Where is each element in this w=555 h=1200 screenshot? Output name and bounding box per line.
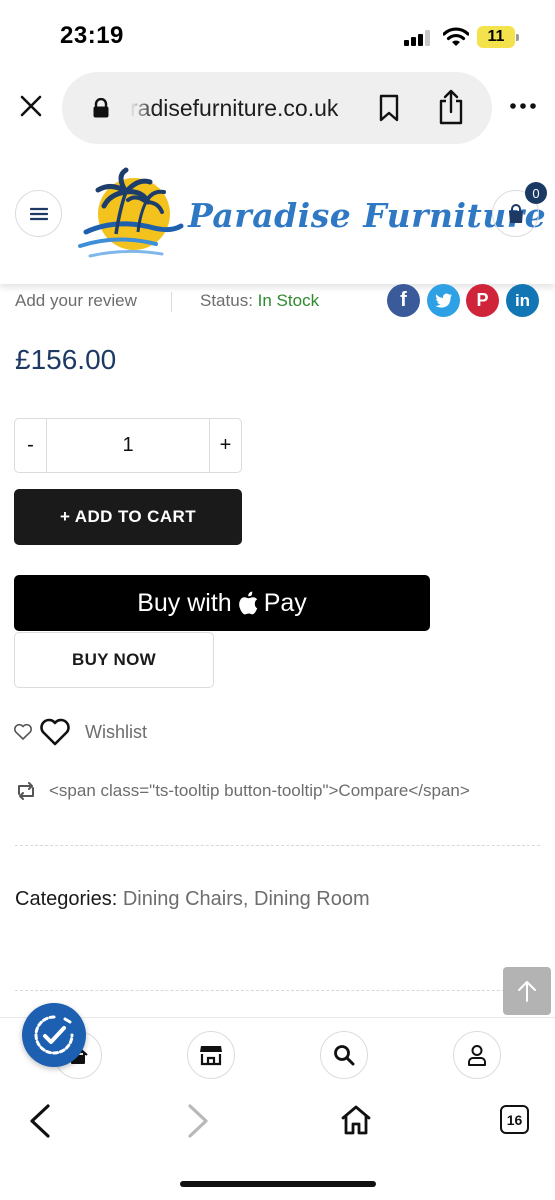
url-text: radisefurniture.co.uk	[130, 95, 339, 121]
facebook-icon: f	[400, 289, 407, 311]
add-to-cart-button[interactable]: + ADD TO CART	[14, 489, 242, 545]
more-icon[interactable]	[508, 96, 538, 116]
quantity-increase-button[interactable]: +	[210, 419, 241, 472]
apple-pay-word: Pay	[263, 588, 307, 617]
pinterest-icon: P	[476, 290, 489, 310]
cart-count-badge: 0	[525, 182, 547, 204]
browser-address-row: radisefurniture.co.uk	[0, 70, 555, 146]
twitter-share-button[interactable]	[427, 284, 460, 317]
account-button[interactable]	[453, 1031, 501, 1079]
battery-level: 11	[487, 28, 505, 45]
address-bar[interactable]: radisefurniture.co.uk	[62, 72, 492, 144]
facebook-share-button[interactable]: f	[387, 284, 420, 317]
arrow-up-icon	[518, 981, 536, 1002]
status-time: 23:19	[60, 22, 124, 49]
shopping-bag-icon	[508, 203, 523, 223]
store-icon	[200, 1046, 222, 1066]
apple-pay-button[interactable]: Buy with Pay	[14, 575, 430, 631]
stock-status: Status: In Stock	[200, 291, 319, 311]
hamburger-icon	[29, 207, 48, 220]
twitter-icon	[434, 293, 452, 308]
buy-now-button[interactable]: BUY NOW	[14, 632, 214, 688]
categories-label: Categories:	[15, 888, 118, 910]
menu-button[interactable]	[15, 190, 62, 237]
status-bar: 23:19 11	[0, 0, 555, 70]
site-header: Paradise Furniture 0	[0, 148, 555, 284]
apple-pay-prefix: Buy with	[137, 588, 232, 617]
home-indicator	[180, 1181, 376, 1187]
cellular-signal-icon	[404, 30, 434, 46]
wishlist-link[interactable]: Wishlist	[13, 716, 147, 748]
heart-small-icon	[13, 723, 33, 740]
section-divider-bottom	[15, 990, 540, 991]
user-icon	[468, 1045, 486, 1066]
stock-status-label: Status:	[200, 291, 253, 310]
close-icon[interactable]	[15, 90, 47, 122]
compare-label: <span class="ts-tooltip button-tooltip">…	[49, 781, 470, 800]
quantity-input[interactable]: 1	[46, 419, 210, 472]
back-icon[interactable]	[28, 1104, 52, 1138]
meta-divider	[171, 292, 172, 312]
linkedin-icon: in	[514, 290, 531, 310]
accessibility-icon	[34, 1015, 74, 1055]
add-review-link[interactable]: Add your review	[15, 291, 137, 311]
wishlist-label: Wishlist	[85, 721, 147, 742]
quantity-stepper: - 1 +	[14, 418, 242, 473]
share-icon[interactable]	[437, 89, 465, 125]
bookmark-icon[interactable]	[378, 94, 400, 122]
compare-arrows-icon	[18, 782, 34, 800]
product-categories: Categories: Dining Chairs, Dining Room	[15, 888, 370, 911]
search-button[interactable]	[320, 1031, 368, 1079]
search-icon	[334, 1045, 355, 1066]
wifi-icon	[443, 27, 469, 46]
category-links[interactable]: Dining Chairs, Dining Room	[123, 888, 370, 910]
accessibility-widget-button[interactable]	[22, 1003, 86, 1067]
browser-home-icon[interactable]	[340, 1104, 372, 1136]
logo-palm-sunset-icon[interactable]	[76, 164, 186, 268]
pinterest-share-button[interactable]: P	[466, 284, 499, 317]
shop-store-button[interactable]	[187, 1031, 235, 1079]
compare-link[interactable]: <span class="ts-tooltip button-tooltip">…	[15, 781, 470, 801]
stock-status-value: In Stock	[257, 291, 320, 310]
apple-logo-icon	[238, 591, 257, 615]
linkedin-share-button[interactable]: in	[506, 284, 539, 317]
battery-icon: 11	[477, 26, 519, 48]
product-price: £156.00	[15, 344, 117, 375]
forward-icon[interactable]	[186, 1104, 210, 1138]
section-divider	[15, 845, 540, 846]
browser-toolbar: 16	[0, 1089, 555, 1200]
lock-icon	[93, 98, 109, 118]
scroll-to-top-button[interactable]	[503, 967, 551, 1015]
url-fade	[130, 90, 154, 126]
tabs-button[interactable]: 16	[500, 1105, 529, 1134]
quantity-decrease-button[interactable]: -	[15, 419, 46, 472]
heart-icon	[40, 718, 70, 746]
